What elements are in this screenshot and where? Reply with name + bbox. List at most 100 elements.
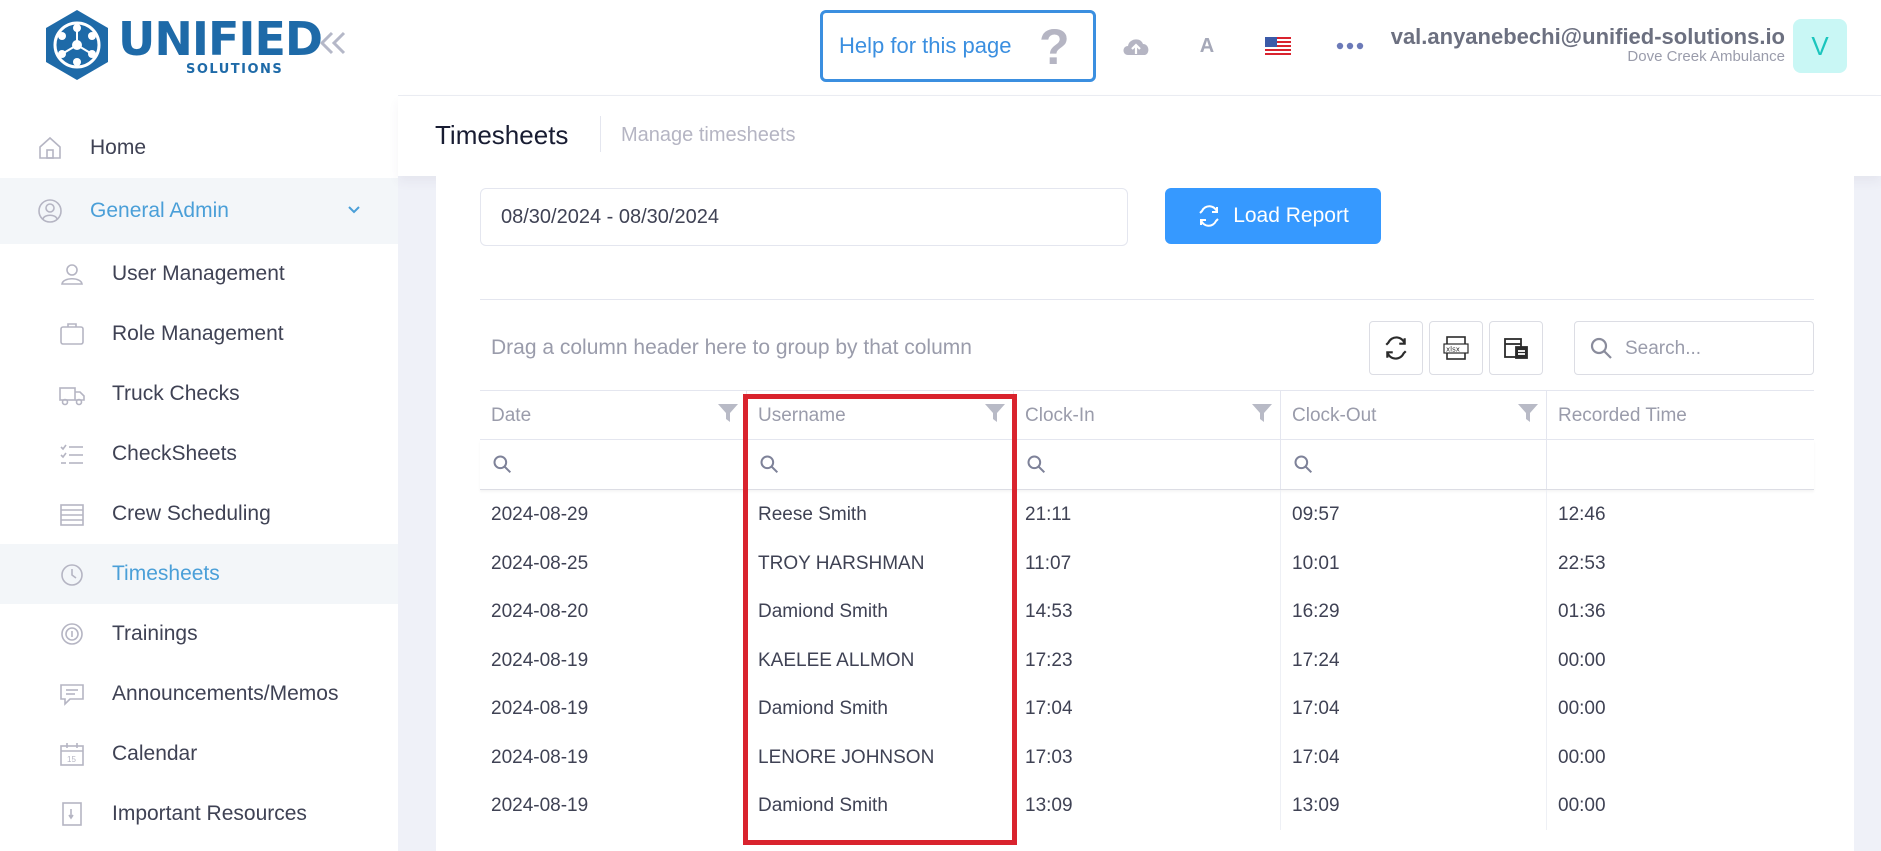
grid-refresh-button[interactable]	[1369, 321, 1423, 375]
user-icon	[61, 264, 83, 285]
filter-cell-clock-in[interactable]	[1013, 440, 1280, 489]
cell-date: 2024-08-19	[491, 795, 589, 816]
font-size-toggle[interactable]: A	[1189, 28, 1225, 64]
cell-recorded-time: 00:00	[1558, 795, 1606, 816]
cell-clock-in: 17:03	[1025, 746, 1073, 768]
date-range-input[interactable]: 08/30/2024 - 08/30/2024	[480, 188, 1128, 246]
load-report-button[interactable]: Load Report	[1165, 188, 1381, 244]
collapse-sidebar-icon[interactable]	[316, 26, 350, 60]
cell-recorded-time: 12:46	[1558, 504, 1606, 525]
sidebar-item-home[interactable]: Home	[0, 118, 398, 178]
resources-icon	[62, 802, 82, 826]
cell-recorded-time: 00:00	[1558, 746, 1606, 768]
sidebar-item-important-resources[interactable]: Important Resources	[0, 784, 398, 844]
sidebar-item-general-admin[interactable]: General Admin	[0, 178, 398, 244]
cell-clock-in: 17:23	[1025, 649, 1073, 671]
cell-date: 2024-08-20	[491, 601, 589, 622]
more-icon[interactable]	[1332, 28, 1368, 64]
filter-input-username[interactable]	[787, 452, 974, 478]
table-row[interactable]: 2024-08-19 LENORE JOHNSON 17:03 17:04 00…	[480, 733, 1814, 782]
filter-icon[interactable]	[1516, 401, 1540, 425]
filter-input-clock-out[interactable]	[1321, 452, 1507, 478]
column-header-clock-in[interactable]: Clock-In	[1013, 391, 1280, 439]
sidebar-item-checksheets[interactable]: CheckSheets	[0, 424, 398, 484]
group-panel[interactable]: Drag a column header here to group by th…	[491, 336, 972, 360]
filter-input-clock-in[interactable]	[1054, 452, 1241, 478]
truck-icon	[59, 387, 85, 406]
table-row[interactable]: 2024-08-29 Reese Smith 21:11 09:57 12:46	[480, 490, 1814, 539]
column-header-username[interactable]: Username	[746, 391, 1013, 439]
cell-clock-out: 13:09	[1292, 795, 1340, 816]
cell-date: 2024-08-19	[491, 746, 589, 768]
page-title: Timesheets	[435, 120, 569, 150]
us-flag-icon[interactable]	[1260, 28, 1296, 64]
cell-clock-out: 09:57	[1292, 504, 1340, 525]
role-icon	[60, 323, 84, 345]
chevron-down-icon	[348, 206, 360, 214]
sidebar-item-truck-checks[interactable]: Truck Checks	[0, 364, 398, 424]
column-chooser-button[interactable]	[1489, 321, 1543, 375]
sidebar-item-label: Crew Scheduling	[112, 502, 271, 525]
table-row[interactable]: 2024-08-20 Damiond Smith 14:53 16:29 01:…	[480, 587, 1814, 636]
filter-icon[interactable]	[716, 401, 740, 425]
sidebar-nav: Home General Admin User Management Role …	[0, 118, 398, 844]
table-row[interactable]: 2024-08-19 Damiond Smith 17:04 17:04 00:…	[480, 684, 1814, 733]
column-header-recorded-time[interactable]: Recorded Time	[1546, 391, 1814, 439]
column-header-label: Clock-Out	[1292, 405, 1377, 426]
column-header-clock-out[interactable]: Clock-Out	[1280, 391, 1546, 439]
sidebar-item-label: Calendar	[112, 742, 198, 765]
grid-header-row: Date Username Clock-In Clock-Out Recorde…	[480, 390, 1814, 440]
clock-icon	[61, 564, 83, 586]
timesheet-grid: Date Username Clock-In Clock-Out Recorde…	[480, 390, 1814, 830]
cell-username: LENORE JOHNSON	[758, 746, 935, 768]
search-icon	[1294, 455, 1313, 474]
column-chooser-icon	[1504, 338, 1528, 359]
cloud-upload-icon[interactable]	[1118, 28, 1154, 64]
table-row[interactable]: 2024-08-25 TROY HARSHMAN 11:07 10:01 22:…	[480, 539, 1814, 588]
filter-cell-clock-out[interactable]	[1280, 440, 1546, 489]
refresh-icon	[1385, 336, 1407, 360]
grid-search[interactable]	[1574, 321, 1814, 375]
sidebar-item-calendar[interactable]: 15 Calendar	[0, 724, 398, 784]
question-icon: ?	[1039, 19, 1070, 75]
cell-username: Damiond Smith	[758, 795, 888, 816]
cell-recorded-time: 01:36	[1558, 601, 1606, 622]
cell-clock-out: 17:04	[1292, 746, 1340, 768]
home-icon	[39, 136, 61, 159]
sidebar-item-role-management[interactable]: Role Management	[0, 304, 398, 364]
cell-recorded-time: 00:00	[1558, 698, 1606, 719]
column-header-date[interactable]: Date	[480, 391, 746, 439]
sidebar-item-trainings[interactable]: Trainings	[0, 604, 398, 664]
search-icon	[1027, 455, 1046, 474]
cell-username: Damiond Smith	[758, 698, 888, 719]
top-header: Help for this page ? A val.anyanebechi@u…	[398, 0, 1881, 96]
column-header-label: Recorded Time	[1558, 405, 1687, 426]
filter-icon[interactable]	[983, 401, 1007, 425]
help-button[interactable]: Help for this page ?	[820, 10, 1096, 82]
sidebar-item-label: Home	[90, 136, 147, 159]
user-email[interactable]: val.anyanebechi@unified-solutions.io	[1391, 24, 1785, 50]
cell-date: 2024-08-19	[491, 649, 589, 671]
filter-icon[interactable]	[1250, 401, 1274, 425]
sidebar-item-user-management[interactable]: User Management	[0, 244, 398, 304]
brand-logo-icon[interactable]	[42, 8, 112, 82]
schedule-icon	[60, 504, 84, 526]
sidebar-item-announcements[interactable]: Announcements/Memos	[0, 664, 398, 724]
sidebar-item-crew-scheduling[interactable]: Crew Scheduling	[0, 484, 398, 544]
cell-clock-in: 14:53	[1025, 601, 1073, 622]
search-input[interactable]	[1625, 336, 1805, 362]
export-xlsx-button[interactable]: xlsx	[1429, 321, 1483, 375]
cell-username: Reese Smith	[758, 504, 867, 525]
avatar[interactable]: V	[1793, 19, 1847, 73]
timesheet-report-card: 08/30/2024 - 08/30/2024 Load Report Drag…	[436, 176, 1854, 851]
table-row[interactable]: 2024-08-19 Damiond Smith 13:09 13:09 00:…	[480, 781, 1814, 830]
filter-cell-date[interactable]	[480, 440, 746, 489]
filter-cell-username[interactable]	[746, 440, 1013, 489]
load-report-label: Load Report	[1233, 204, 1349, 227]
page-subtitle: Manage timesheets	[621, 124, 796, 146]
sidebar-item-timesheets[interactable]: Timesheets	[0, 544, 398, 604]
table-row[interactable]: 2024-08-19 KAELEE ALLMON 17:23 17:24 00:…	[480, 636, 1814, 685]
filter-cell-recorded-time	[1546, 440, 1814, 489]
filter-input-date[interactable]	[520, 452, 707, 478]
brand: UNIFIED SOLUTIONS	[0, 0, 398, 96]
